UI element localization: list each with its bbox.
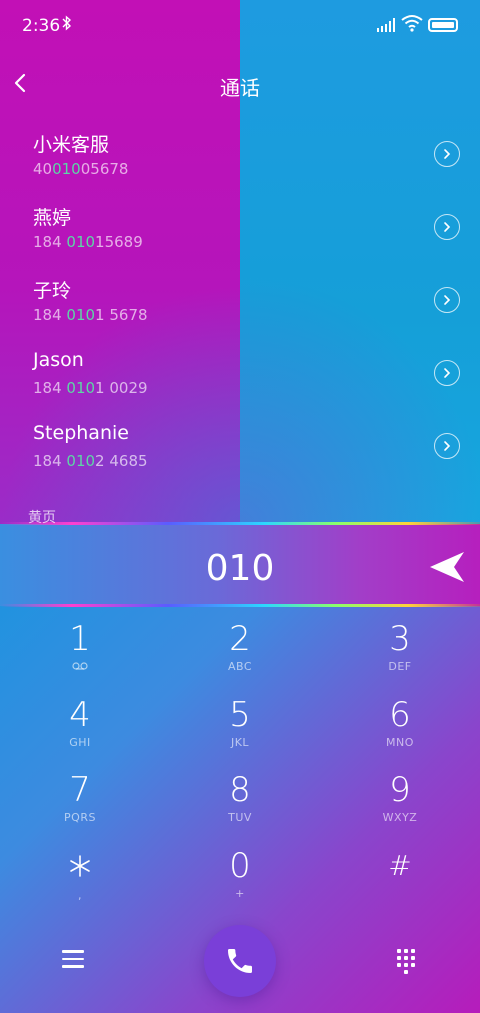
match-highlight: 010 [52,160,81,178]
chevron-right-icon[interactable] [434,214,460,240]
keypad-toggle-icon[interactable] [396,949,416,974]
key-9[interactable]: 9 WXYZ [320,759,480,834]
key-7[interactable]: 7 PQRS [0,759,160,834]
dialed-number: 010 [205,548,275,589]
contact-number: 184 01015689 [33,233,143,251]
status-bar: 2:36 [0,0,480,52]
cellular-signal-icon [377,18,397,32]
chevron-right-icon[interactable] [434,360,460,386]
status-time: 2:36 [22,16,61,36]
match-highlight: 010 [66,306,96,324]
page-title: 通话 [220,76,260,100]
send-arrow-icon[interactable] [428,550,466,584]
contact-name: 小米客服 [33,134,110,156]
bluetooth-icon [62,15,72,35]
key-6[interactable]: 6 MNO [320,684,480,759]
key-2[interactable]: 2 ABC [160,608,320,683]
key-3[interactable]: 3 DEF [320,608,480,683]
key-hash[interactable]: # [320,835,480,910]
bottom-action-bar [0,925,480,997]
asterisk-icon [0,835,160,889]
list-item[interactable]: Jason 184 0101 0029 [0,339,480,412]
contact-name: 子玲 [33,280,72,302]
list-item[interactable]: 子玲 184 0101 5678 [0,266,480,339]
contact-name: Jason [33,349,84,371]
chevron-right-icon[interactable] [434,287,460,313]
dialed-number-display: 010 [0,524,480,606]
key-1[interactable]: 1 [0,608,160,683]
chevron-right-icon[interactable] [434,433,460,459]
match-highlight: 010 [66,452,96,470]
wifi-icon [401,15,423,32]
header: 通话 [0,60,480,108]
contact-name: Stephanie [33,422,129,444]
contact-number: 4001005678 [33,160,129,178]
contact-number: 184 0101 5678 [33,306,148,324]
list-item[interactable]: Stephanie 184 0102 4685 [0,412,480,485]
match-highlight: 010 [66,233,96,251]
list-item[interactable]: 小米客服 4001005678 [0,120,480,193]
contact-name: 燕婷 [33,207,72,229]
key-0[interactable]: 0 + [160,835,320,910]
chevron-right-icon[interactable] [434,141,460,167]
key-4[interactable]: 4 GHI [0,684,160,759]
contact-suggestion-list: 小米客服 4001005678 燕婷 184 01015689 子玲 184 0… [0,120,480,485]
call-button[interactable] [204,925,276,997]
battery-icon [428,18,458,32]
contact-number: 184 0101 0029 [33,379,148,397]
key-8[interactable]: 8 TUV [160,759,320,834]
match-highlight: 010 [66,379,96,397]
list-item[interactable]: 燕婷 184 01015689 [0,193,480,266]
phone-icon [228,949,252,973]
menu-icon[interactable] [62,950,84,968]
key-star[interactable]: , [0,835,160,910]
contact-number: 184 0102 4685 [33,452,148,470]
key-5[interactable]: 5 JKL [160,684,320,759]
voicemail-icon [0,660,160,673]
